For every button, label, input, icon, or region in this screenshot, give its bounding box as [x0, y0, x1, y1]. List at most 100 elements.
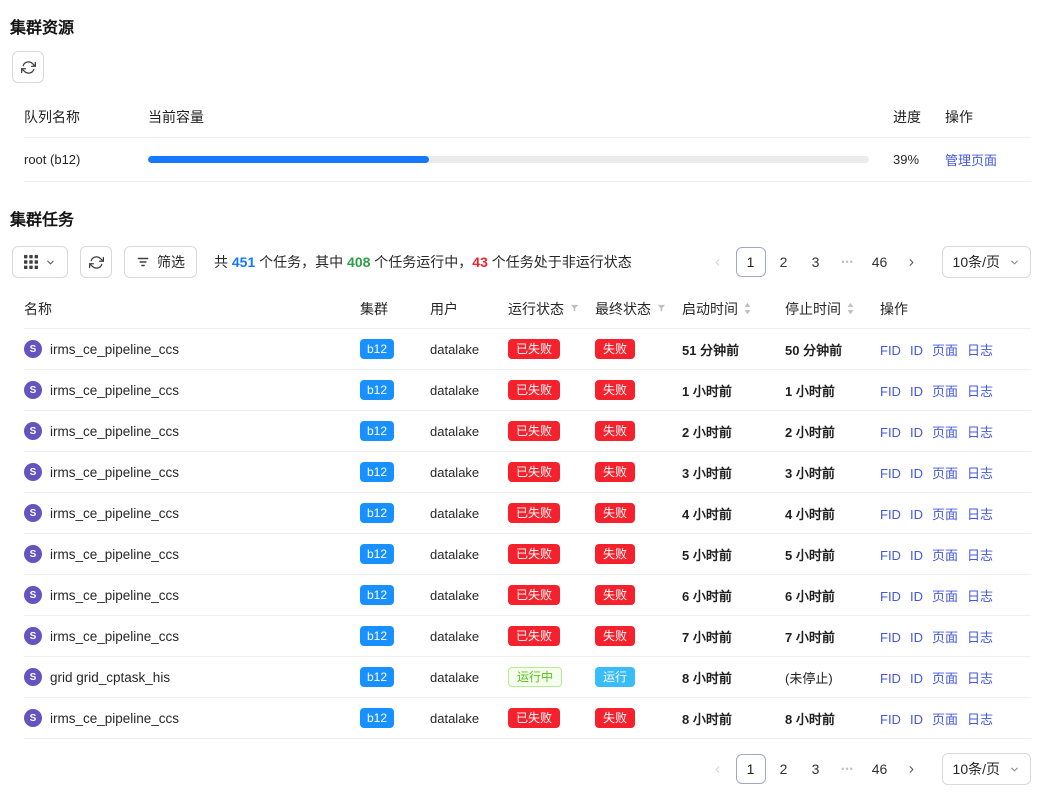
- sort-icon[interactable]: [846, 302, 855, 315]
- chevron-down-icon: [1009, 257, 1020, 268]
- cluster-badge: b12: [360, 503, 394, 523]
- queue-progress-fill: [148, 156, 429, 163]
- row-action-link[interactable]: ID: [910, 507, 923, 522]
- row-action-link[interactable]: 日志: [967, 384, 993, 399]
- resources-refresh-button[interactable]: [12, 51, 44, 83]
- page-size-select[interactable]: 10条/页: [942, 246, 1031, 278]
- pagination-page[interactable]: 3: [802, 247, 830, 277]
- row-action-link[interactable]: ID: [910, 671, 923, 686]
- pagination-page[interactable]: 3: [802, 754, 830, 784]
- row-action-link[interactable]: 日志: [967, 630, 993, 645]
- row-action-link[interactable]: FID: [880, 548, 901, 563]
- row-action-link[interactable]: 页面: [932, 425, 958, 440]
- pagination-ellipsis[interactable]: •••: [834, 754, 862, 784]
- row-action-link[interactable]: 日志: [967, 343, 993, 358]
- stop-time: (未停止): [785, 668, 880, 687]
- column-header-capacity: 当前容量: [148, 107, 887, 127]
- column-header-label: 用户: [430, 299, 458, 319]
- start-time: 4 小时前: [682, 504, 785, 523]
- row-action-link[interactable]: 页面: [932, 548, 958, 563]
- start-time: 1 小时前: [682, 381, 785, 400]
- row-action-link[interactable]: FID: [880, 343, 901, 358]
- queue-row: root (b12) 39% 管理页面: [24, 138, 1031, 182]
- row-action-link[interactable]: FID: [880, 630, 901, 645]
- resources-toolbar: [12, 51, 1031, 83]
- row-action-link[interactable]: ID: [910, 466, 923, 481]
- row-action-link[interactable]: 页面: [932, 343, 958, 358]
- table-row: S irms_ce_pipeline_ccs b12 datalake 已失败 …: [24, 616, 1031, 657]
- task-name: irms_ce_pipeline_ccs: [50, 383, 179, 398]
- final-status-badge: 失败: [595, 462, 635, 482]
- pagination-page[interactable]: 46: [866, 247, 894, 277]
- column-header[interactable]: 运行状态: [508, 299, 595, 319]
- row-action-link[interactable]: ID: [910, 384, 923, 399]
- pagination-page[interactable]: 2: [770, 754, 798, 784]
- row-action-link[interactable]: FID: [880, 384, 901, 399]
- pagination-page[interactable]: 46: [866, 754, 894, 784]
- row-action-link[interactable]: 页面: [932, 507, 958, 522]
- page-size-select[interactable]: 10条/页: [942, 753, 1031, 785]
- row-actions: FID ID 页面日志: [880, 381, 1031, 400]
- row-action-link[interactable]: FID: [880, 671, 901, 686]
- row-action-link[interactable]: 日志: [967, 548, 993, 563]
- row-action-link[interactable]: FID: [880, 425, 901, 440]
- row-action-link[interactable]: 页面: [932, 671, 958, 686]
- pagination-page[interactable]: 2: [770, 247, 798, 277]
- row-action-link[interactable]: ID: [910, 712, 923, 727]
- row-action-link[interactable]: ID: [910, 630, 923, 645]
- start-time: 2 小时前: [682, 422, 785, 441]
- queue-manage-link[interactable]: 管理页面: [945, 153, 997, 168]
- stop-time: 3 小时前: [785, 463, 880, 482]
- row-action-link[interactable]: 页面: [932, 630, 958, 645]
- stop-time: 50 分钟前: [785, 340, 880, 359]
- task-user: datalake: [430, 547, 508, 562]
- tasks-refresh-button[interactable]: [80, 246, 112, 278]
- pagination-ellipsis[interactable]: •••: [834, 247, 862, 277]
- pagination-prev[interactable]: [704, 754, 732, 784]
- row-action-link[interactable]: 日志: [967, 425, 993, 440]
- column-header[interactable]: 启动时间: [682, 299, 785, 319]
- filter-icon[interactable]: [656, 303, 667, 314]
- task-user: datalake: [430, 711, 508, 726]
- row-action-link[interactable]: 日志: [967, 589, 993, 604]
- final-status-badge: 失败: [595, 544, 635, 564]
- row-action-link[interactable]: 日志: [967, 466, 993, 481]
- task-name: irms_ce_pipeline_ccs: [50, 711, 179, 726]
- table-row: S irms_ce_pipeline_ccs b12 datalake 已失败 …: [24, 411, 1031, 452]
- start-time: 5 小时前: [682, 545, 785, 564]
- run-status-badge: 已失败: [508, 462, 560, 482]
- row-action-link[interactable]: 页面: [932, 384, 958, 399]
- start-time: 8 小时前: [682, 668, 785, 687]
- task-name-cell: S irms_ce_pipeline_ccs: [24, 340, 360, 358]
- row-action-link[interactable]: 日志: [967, 507, 993, 522]
- column-settings-dropdown[interactable]: [12, 246, 68, 278]
- task-name: irms_ce_pipeline_ccs: [50, 629, 179, 644]
- stop-time: 8 小时前: [785, 709, 880, 728]
- sort-icon[interactable]: [743, 302, 752, 315]
- row-action-link[interactable]: FID: [880, 466, 901, 481]
- pagination-page[interactable]: 1: [736, 754, 766, 784]
- row-action-link[interactable]: ID: [910, 425, 923, 440]
- row-action-link[interactable]: ID: [910, 343, 923, 358]
- filter-button[interactable]: 筛选: [124, 246, 197, 278]
- run-status-badge: 已失败: [508, 544, 560, 564]
- summary-segment: 共: [214, 254, 232, 270]
- row-action-link[interactable]: 日志: [967, 712, 993, 727]
- row-action-link[interactable]: 日志: [967, 671, 993, 686]
- pagination-page[interactable]: 1: [736, 247, 766, 277]
- filter-icon[interactable]: [569, 303, 580, 314]
- row-action-link[interactable]: FID: [880, 589, 901, 604]
- pagination-next[interactable]: [898, 754, 926, 784]
- row-action-link[interactable]: ID: [910, 548, 923, 563]
- row-action-link[interactable]: 页面: [932, 712, 958, 727]
- column-header[interactable]: 停止时间: [785, 299, 880, 319]
- column-header[interactable]: 最终状态: [595, 299, 682, 319]
- row-action-link[interactable]: ID: [910, 589, 923, 604]
- pagination-prev[interactable]: [704, 247, 732, 277]
- pagination-next[interactable]: [898, 247, 926, 277]
- row-action-link[interactable]: 页面: [932, 466, 958, 481]
- row-action-link[interactable]: FID: [880, 712, 901, 727]
- row-action-link[interactable]: FID: [880, 507, 901, 522]
- row-actions: FID ID 页面日志: [880, 709, 1031, 728]
- row-action-link[interactable]: 页面: [932, 589, 958, 604]
